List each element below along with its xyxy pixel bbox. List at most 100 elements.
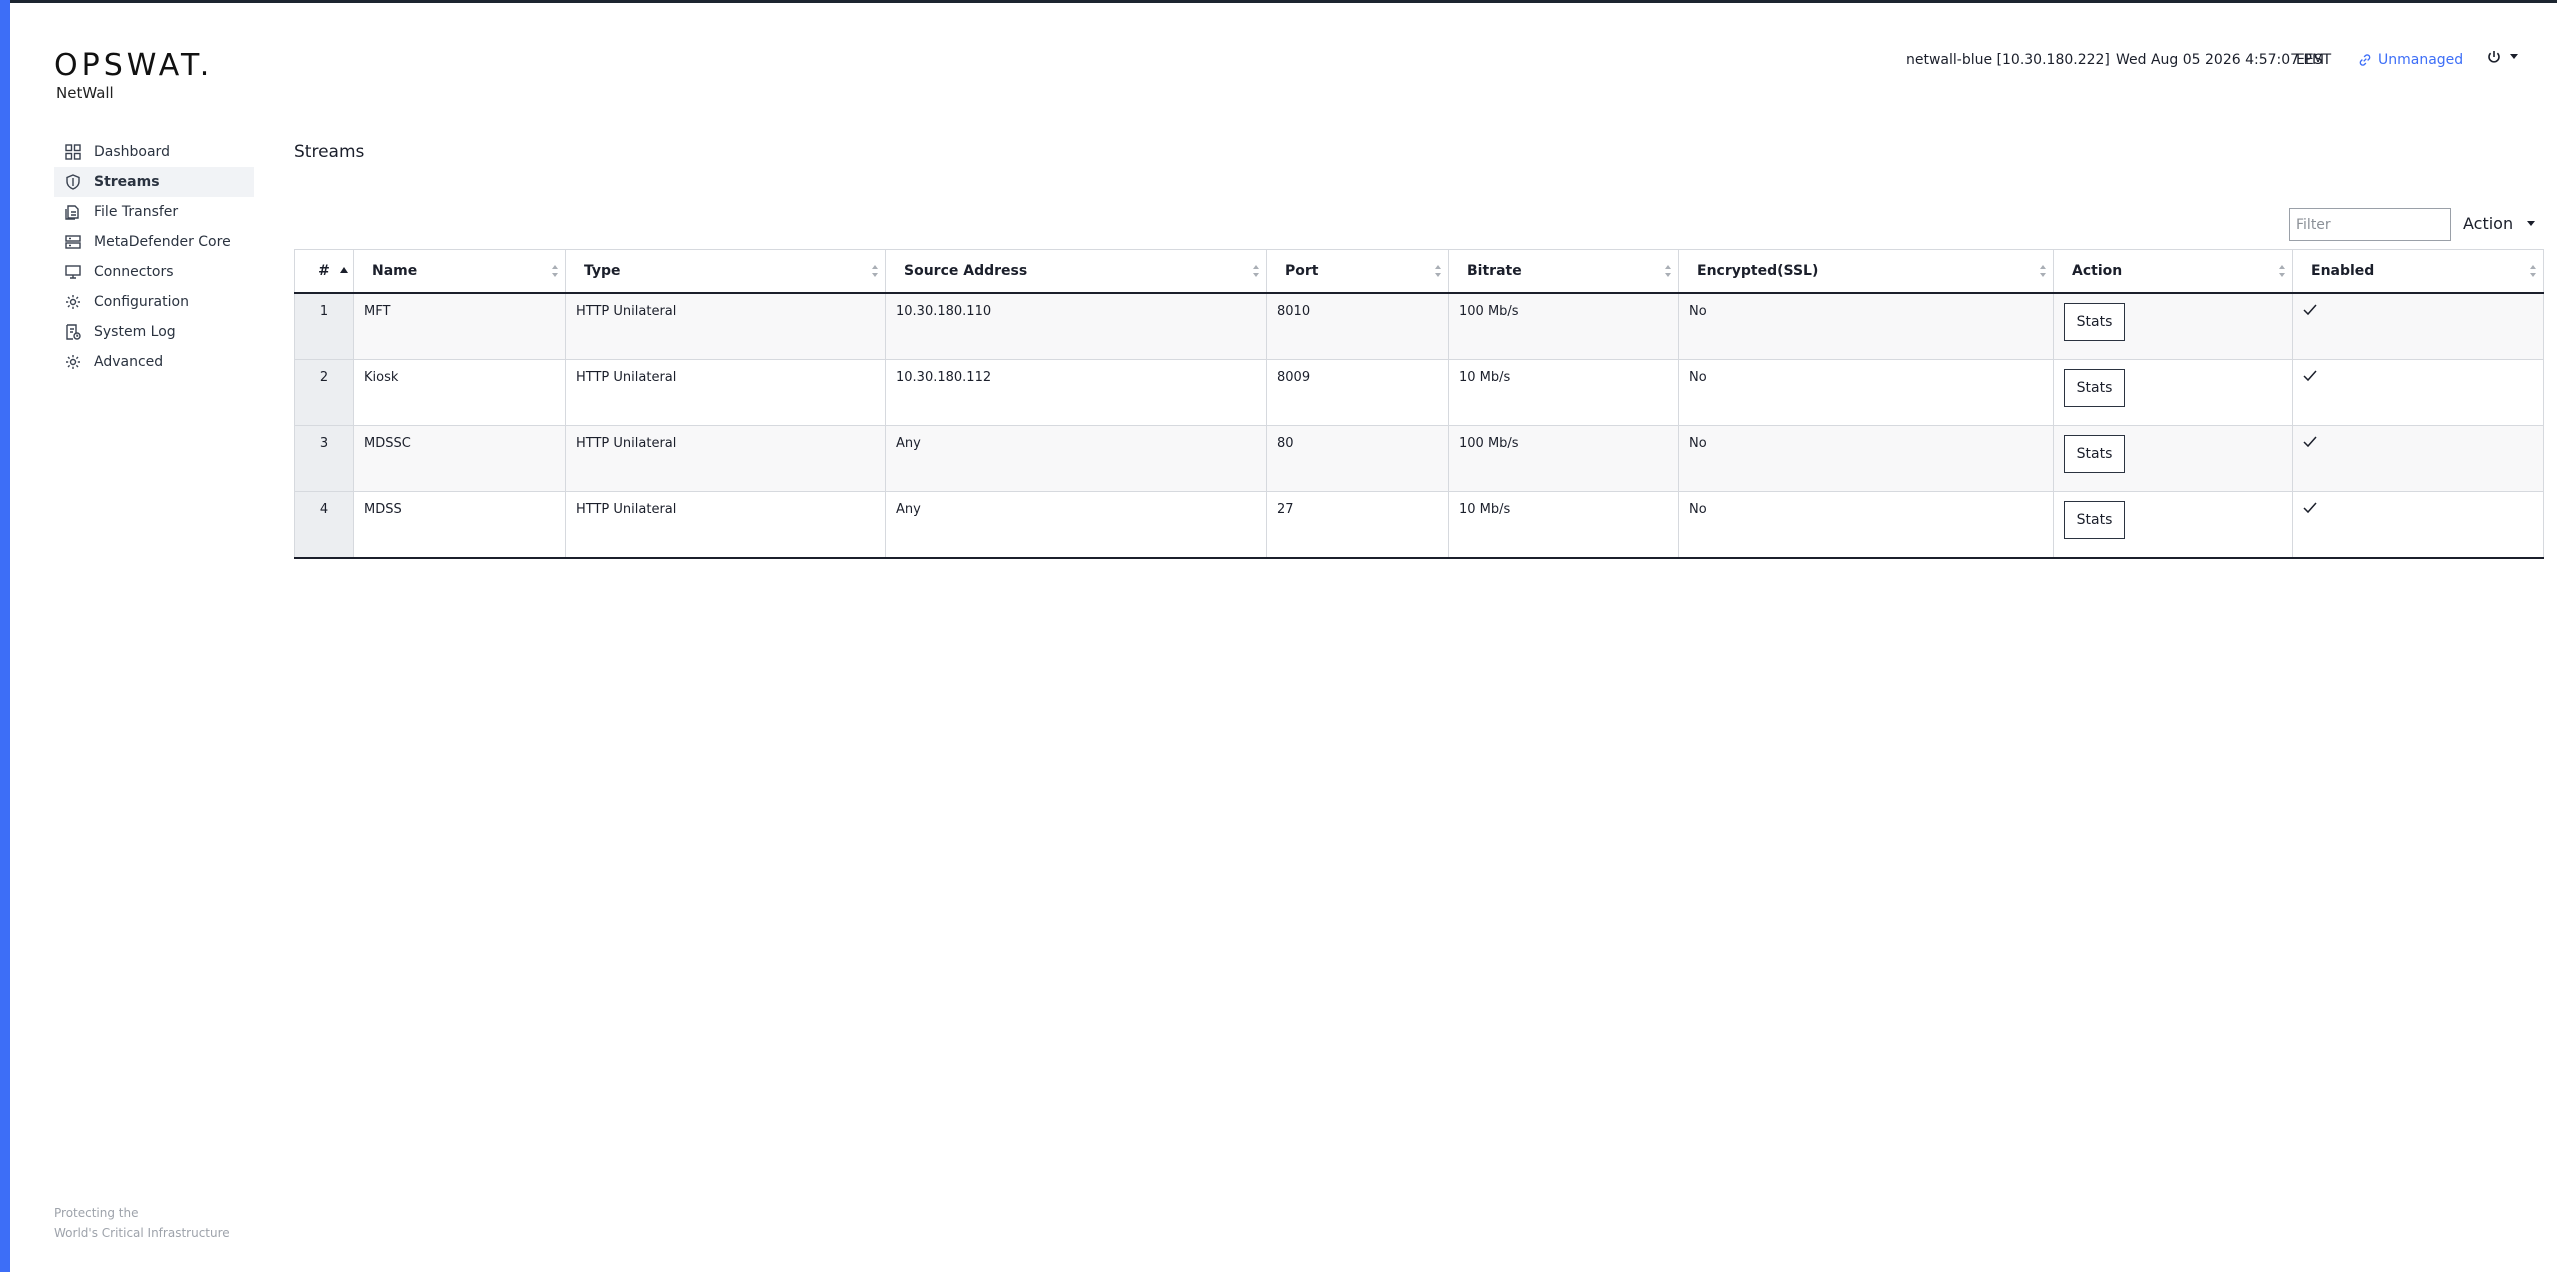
log-icon — [66, 324, 81, 340]
timezone: EEST — [2296, 52, 2332, 68]
chevron-down-icon — [2510, 54, 2518, 59]
sort-icon — [1253, 265, 1259, 277]
column-header-number[interactable]: # — [294, 249, 354, 294]
column-label: Action — [2072, 263, 2123, 279]
cell-encrypted: No — [1678, 491, 2054, 559]
footer-line: World's Critical Infrastructure — [54, 1226, 230, 1240]
stats-button[interactable]: Stats — [2064, 369, 2125, 407]
sort-icon — [2530, 265, 2536, 277]
stats-button[interactable]: Stats — [2064, 435, 2125, 473]
column-header-encrypted[interactable]: Encrypted(SSL) — [1678, 249, 2054, 294]
cell-enabled — [2292, 293, 2544, 360]
checkmark-icon — [2303, 304, 2317, 316]
link-icon — [2359, 54, 2371, 66]
cell-bitrate: 10 Mb/s — [1448, 491, 1679, 559]
management-status-link[interactable]: Unmanaged — [2358, 52, 2463, 68]
current-datetime: Wed Aug 05 2026 4:57:07 PM — [2116, 52, 2325, 68]
sidebar-item-connectors[interactable]: Connectors — [54, 257, 254, 287]
column-header-type[interactable]: Type — [565, 249, 886, 294]
cell-enabled — [2292, 491, 2544, 559]
table-row[interactable]: 4 MDSS HTTP Unilateral Any 27 10 Mb/s No… — [294, 491, 2544, 559]
power-menu-button[interactable] — [2486, 49, 2518, 65]
cell-number: 1 — [294, 293, 354, 360]
shield-icon — [66, 174, 80, 190]
sidebar-item-system-log[interactable]: System Log — [54, 317, 254, 347]
power-icon — [2488, 51, 2500, 63]
checkmark-icon — [2303, 502, 2317, 514]
column-label: Source Address — [904, 263, 1028, 279]
stats-button[interactable]: Stats — [2064, 303, 2125, 341]
cell-name: Kiosk — [353, 359, 566, 426]
cell-enabled — [2292, 359, 2544, 426]
table-row[interactable]: 1 MFT HTTP Unilateral 10.30.180.110 8010… — [294, 293, 2544, 360]
host-name: netwall-blue [10.30.180.222] — [1906, 52, 2110, 68]
action-dropdown-label: Action — [2463, 214, 2514, 233]
column-header-enabled[interactable]: Enabled — [2292, 249, 2544, 294]
column-header-name[interactable]: Name — [353, 249, 566, 294]
cell-bitrate: 100 Mb/s — [1448, 425, 1679, 492]
product-name: NetWall — [56, 84, 114, 102]
cell-port: 8009 — [1266, 359, 1449, 426]
cell-source-address: 10.30.180.110 — [885, 293, 1267, 360]
action-dropdown[interactable]: Action — [2463, 214, 2536, 233]
sidebar-item-label: File Transfer — [94, 204, 179, 220]
cell-number: 3 — [294, 425, 354, 492]
sort-icon — [2040, 265, 2046, 277]
column-label: Enabled — [2311, 263, 2375, 279]
sort-icon — [2279, 265, 2285, 277]
column-header-action[interactable]: Action — [2053, 249, 2293, 294]
column-label: Bitrate — [1467, 263, 1522, 279]
table-row[interactable]: 2 Kiosk HTTP Unilateral 10.30.180.112 80… — [294, 359, 2544, 426]
sort-icon — [1665, 265, 1671, 277]
cell-name: MDSS — [353, 491, 566, 559]
cell-enabled — [2292, 425, 2544, 492]
cell-name: MFT — [353, 293, 566, 360]
sidebar-item-label: MetaDefender Core — [94, 234, 231, 250]
stats-button[interactable]: Stats — [2064, 501, 2125, 539]
management-status-label: Unmanaged — [2378, 52, 2464, 68]
sort-asc-icon — [340, 267, 348, 273]
file-transfer-icon — [65, 205, 79, 220]
opswat-logo: OPSWAT. — [54, 48, 214, 83]
sidebar-item-metadefender-core[interactable]: MetaDefender Core — [54, 227, 254, 257]
sidebar-item-label: Streams — [94, 174, 160, 190]
sort-icon — [872, 265, 878, 277]
sidebar-item-streams[interactable]: Streams — [54, 167, 254, 197]
cell-source-address: Any — [885, 425, 1267, 492]
cell-source-address: 10.30.180.112 — [885, 359, 1267, 426]
filter-input[interactable] — [2289, 208, 2451, 241]
cell-action: Stats — [2053, 491, 2293, 559]
column-header-source-address[interactable]: Source Address — [885, 249, 1267, 294]
top-border — [0, 0, 2557, 3]
chevron-down-icon — [2527, 220, 2536, 226]
sidebar-item-configuration[interactable]: Configuration — [54, 287, 254, 317]
accent-bar — [0, 0, 10, 1272]
page-title: Streams — [294, 142, 365, 162]
sidebar: Dashboard Streams File Transfer MetaDefe… — [54, 137, 254, 377]
cell-action: Stats — [2053, 425, 2293, 492]
table-row[interactable]: 3 MDSSC HTTP Unilateral Any 80 100 Mb/s … — [294, 425, 2544, 492]
cell-port: 8010 — [1266, 293, 1449, 360]
cell-type: HTTP Unilateral — [565, 491, 886, 559]
footer-line: Protecting the — [54, 1206, 139, 1220]
column-header-bitrate[interactable]: Bitrate — [1448, 249, 1679, 294]
sidebar-item-file-transfer[interactable]: File Transfer — [54, 197, 254, 227]
cell-bitrate: 100 Mb/s — [1448, 293, 1679, 360]
sidebar-item-advanced[interactable]: Advanced — [54, 347, 254, 377]
gear-icon — [66, 295, 80, 309]
cell-port: 27 — [1266, 491, 1449, 559]
cell-number: 2 — [294, 359, 354, 426]
streams-table: # Name Type Source Address Port Bitrate … — [294, 249, 2544, 559]
sidebar-item-dashboard[interactable]: Dashboard — [54, 137, 254, 167]
column-label: Port — [1285, 263, 1319, 279]
sidebar-item-label: Connectors — [94, 264, 174, 280]
footer-tagline: Protecting the World's Critical Infrastr… — [54, 1203, 230, 1243]
monitor-icon — [65, 265, 81, 279]
cell-type: HTTP Unilateral — [565, 425, 886, 492]
column-label: # — [318, 263, 330, 279]
column-header-port[interactable]: Port — [1266, 249, 1449, 294]
sidebar-item-label: System Log — [94, 324, 176, 340]
cell-port: 80 — [1266, 425, 1449, 492]
checkmark-icon — [2303, 436, 2317, 448]
dashboard-icon — [65, 144, 81, 160]
